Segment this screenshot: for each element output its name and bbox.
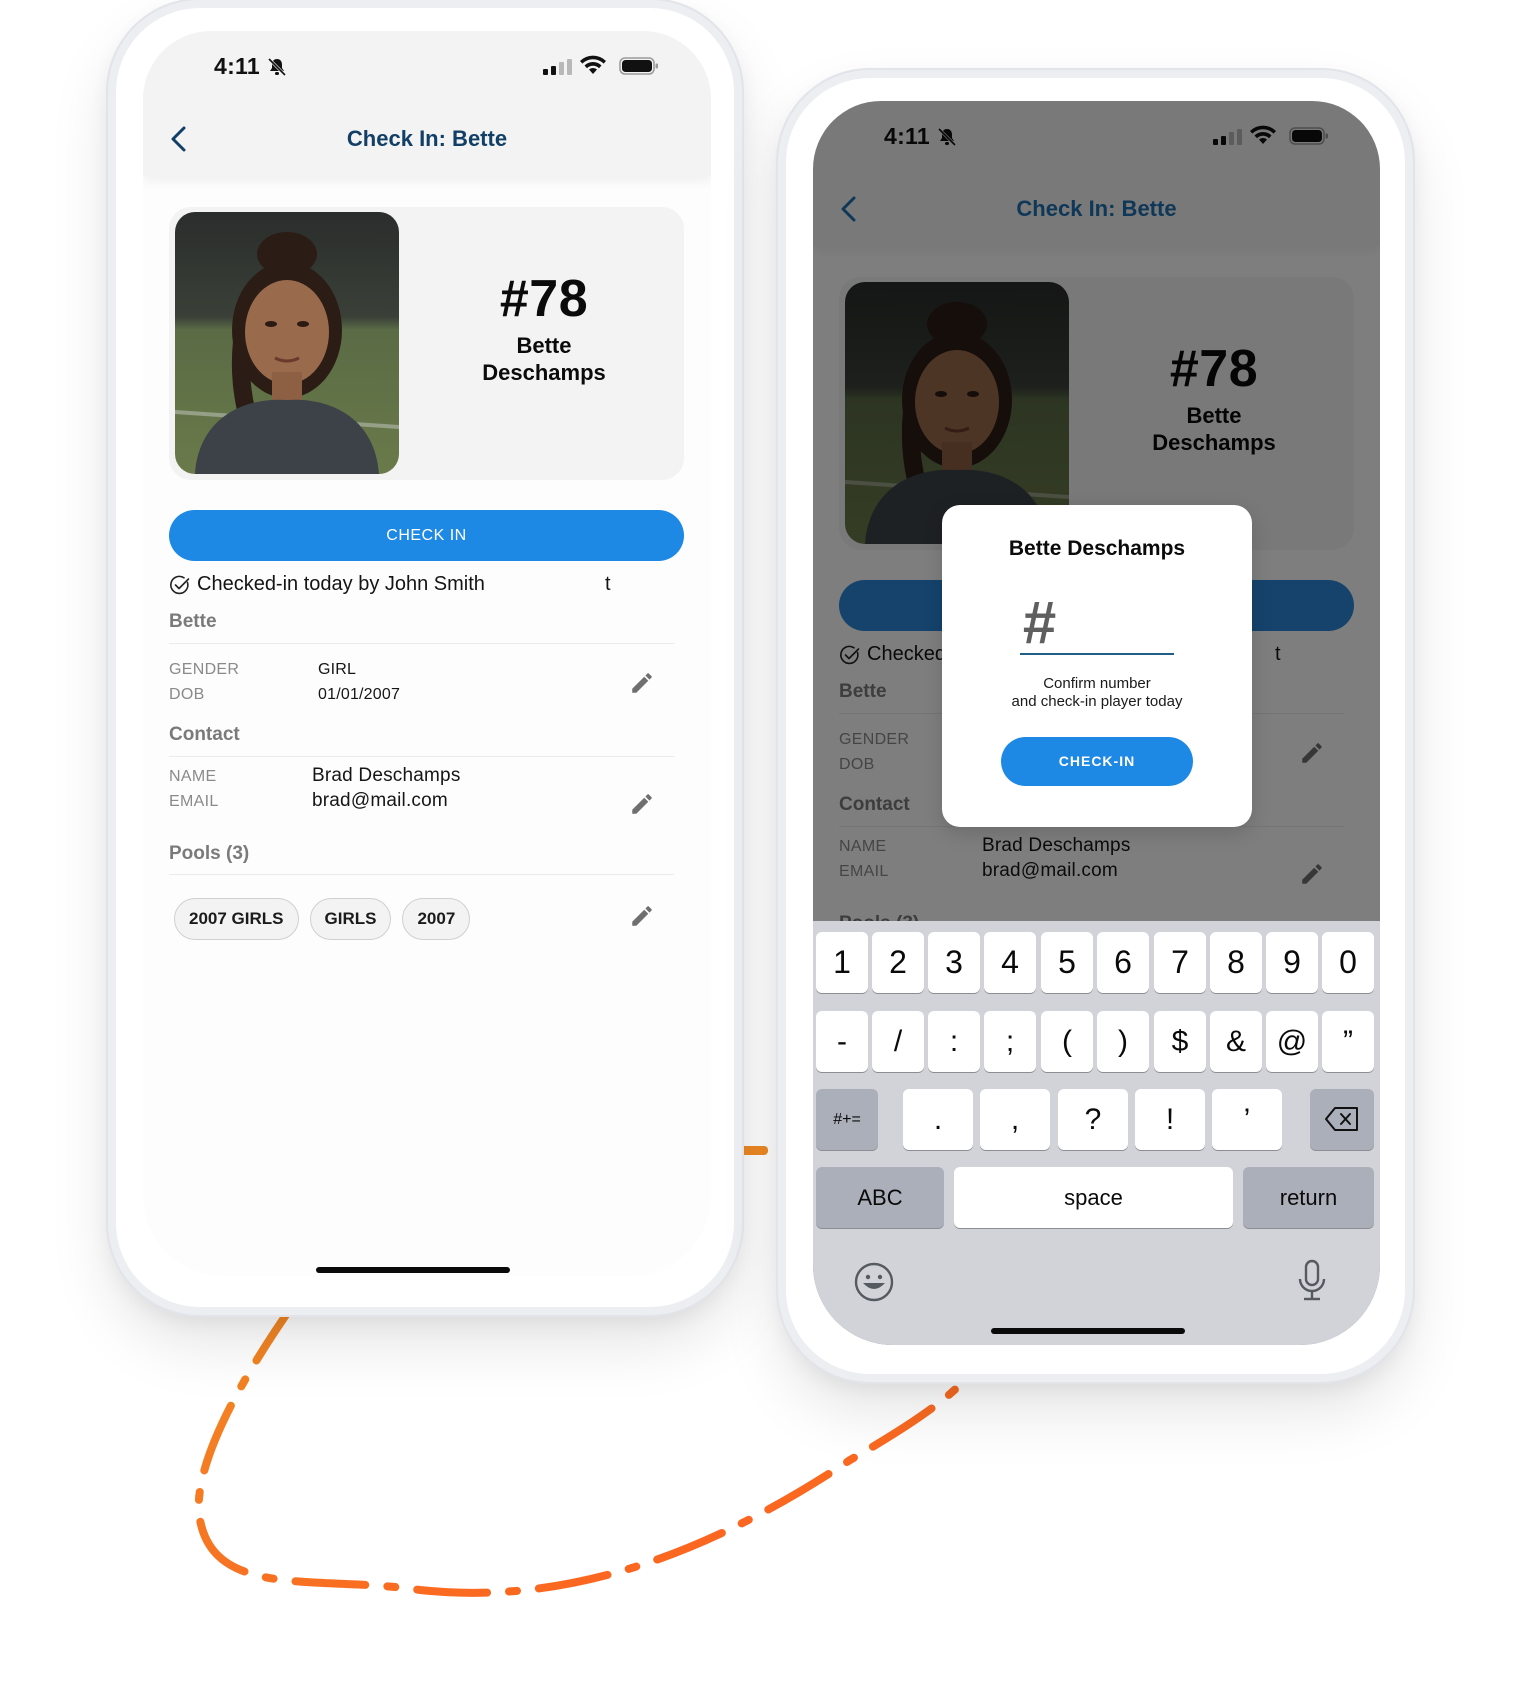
key-punctuation[interactable]: ’ [1212,1089,1282,1150]
checked-in-status: Checked-in today by John Smith [169,573,485,596]
player-photo-image [175,212,399,474]
key-7[interactable]: 8 [1210,932,1262,993]
section-title-contact: Contact [169,724,240,745]
field-value-contact-email: brad@mail.com [312,790,448,811]
dialog-description: Confirm number and check-in player today [942,675,1252,711]
key-symbol[interactable]: $ [1154,1011,1206,1072]
key-5[interactable]: 6 [1097,932,1149,993]
divider [169,874,674,875]
check-in-button[interactable]: CHECK IN [169,510,684,561]
key-0[interactable]: 1 [816,932,868,993]
phone-right-screen: 4:11 Check In: Bette [813,101,1380,1345]
key-symbol[interactable]: ; [984,1011,1036,1072]
dialog-description-line: and check-in player today [1011,693,1183,710]
player-profile-card: #78 Bette Deschamps [169,207,684,480]
numeric-keyboard: return space ABC ’!?,. #+= ” @ & $)(;: / - 0 9 8 7 6 5 4 3… [813,921,1380,1345]
field-label-dob: DOB [169,686,205,703]
microphone-icon[interactable] [1296,1259,1328,1301]
field-value-gender: GIRL [318,661,357,678]
edit-player-pencil-icon[interactable] [629,670,655,696]
field-value-contact-name: Brad Deschamps [312,765,461,786]
app-header: 4:11 Check In: Bette [143,31,711,176]
pool-chip[interactable]: 2007 [402,898,471,940]
check-circle-icon [170,575,190,594]
key-symbol[interactable]: ” [1322,1011,1374,1072]
connector-dash-between-phones [738,1146,768,1155]
jersey-number-input[interactable]: # [1020,593,1174,655]
key-symbol[interactable]: @ [1266,1011,1318,1072]
key-symbol[interactable]: / [872,1011,924,1072]
checked-in-text: Checked-in today by John Smith [197,573,485,595]
check-in-confirm-dialog: Bette Deschamps # Confirm number and che… [942,505,1252,827]
key-8[interactable]: 9 [1266,932,1318,993]
key-punctuation[interactable]: ? [1058,1089,1128,1150]
signal-icon [543,59,572,75]
home-indicator[interactable] [316,1267,510,1273]
field-label-name: NAME [169,768,217,785]
key-3[interactable]: 4 [984,932,1036,993]
key-6[interactable]: 7 [1154,932,1206,993]
status-time: 4:11 [214,53,260,79]
signal-bar [543,69,548,75]
home-indicator[interactable] [991,1328,1185,1334]
backspace-icon [1325,1107,1358,1131]
confirm-check-in-button[interactable]: CHECK-IN [1001,737,1193,786]
dialog-title: Bette Deschamps [1008,537,1186,560]
dialog-description-line: Confirm number [1043,675,1151,692]
signal-bar [551,66,556,75]
bell-slash-icon [267,57,287,77]
phone-left-screen: 4:11 Check In: Bette #78 Bette Deschamps… [143,31,711,1276]
key-symbol[interactable]: & [1210,1011,1262,1072]
status-stray-text: t [605,573,611,595]
signal-bar [559,62,564,75]
key-symbol[interactable]: ) [1097,1011,1149,1072]
return-key[interactable]: return [1243,1167,1374,1228]
emoji-icon[interactable] [853,1261,895,1303]
pool-chip[interactable]: GIRLS [309,898,392,940]
more-symbols-key[interactable]: #+= [816,1089,878,1150]
key-1[interactable]: 2 [872,932,924,993]
edit-contact-pencil-icon[interactable] [629,791,655,817]
section-title-pools: Pools (3) [169,843,250,864]
divider [169,756,674,757]
field-value-dob: 01/01/2007 [318,686,401,703]
key-symbol[interactable]: ( [1041,1011,1093,1072]
wifi-icon [580,55,606,74]
section-title-player: Bette [169,611,217,632]
field-label-email: EMAIL [169,793,219,810]
key-punctuation[interactable]: , [980,1089,1050,1150]
delete-key[interactable] [1310,1089,1374,1150]
key-symbol[interactable]: - [816,1011,868,1072]
key-punctuation[interactable]: ! [1135,1089,1205,1150]
pool-chips: 2007 GIRLS GIRLS 2007 [174,898,471,940]
key-9[interactable]: 0 [1322,932,1374,993]
field-label-gender: GENDER [169,661,240,678]
battery-icon [619,57,658,75]
jersey-number: #78 [499,270,589,328]
player-photo [175,212,399,474]
key-punctuation[interactable]: . [903,1089,973,1150]
key-4[interactable]: 5 [1041,932,1093,993]
key-symbol[interactable]: : [928,1011,980,1072]
number-input-placeholder: # [1022,589,1056,656]
page-title: Check In: Bette [346,126,508,151]
pool-chip[interactable]: 2007 GIRLS [174,898,299,940]
divider [169,643,674,644]
player-name: Bette Deschamps [409,332,679,386]
space-key[interactable]: space [954,1167,1233,1228]
abc-key[interactable]: ABC [816,1167,944,1228]
player-first-name: Bette [516,333,572,358]
signal-bar [567,59,572,75]
edit-pools-pencil-icon[interactable] [629,903,655,929]
player-last-name: Deschamps [482,360,606,385]
key-2[interactable]: 3 [928,932,980,993]
